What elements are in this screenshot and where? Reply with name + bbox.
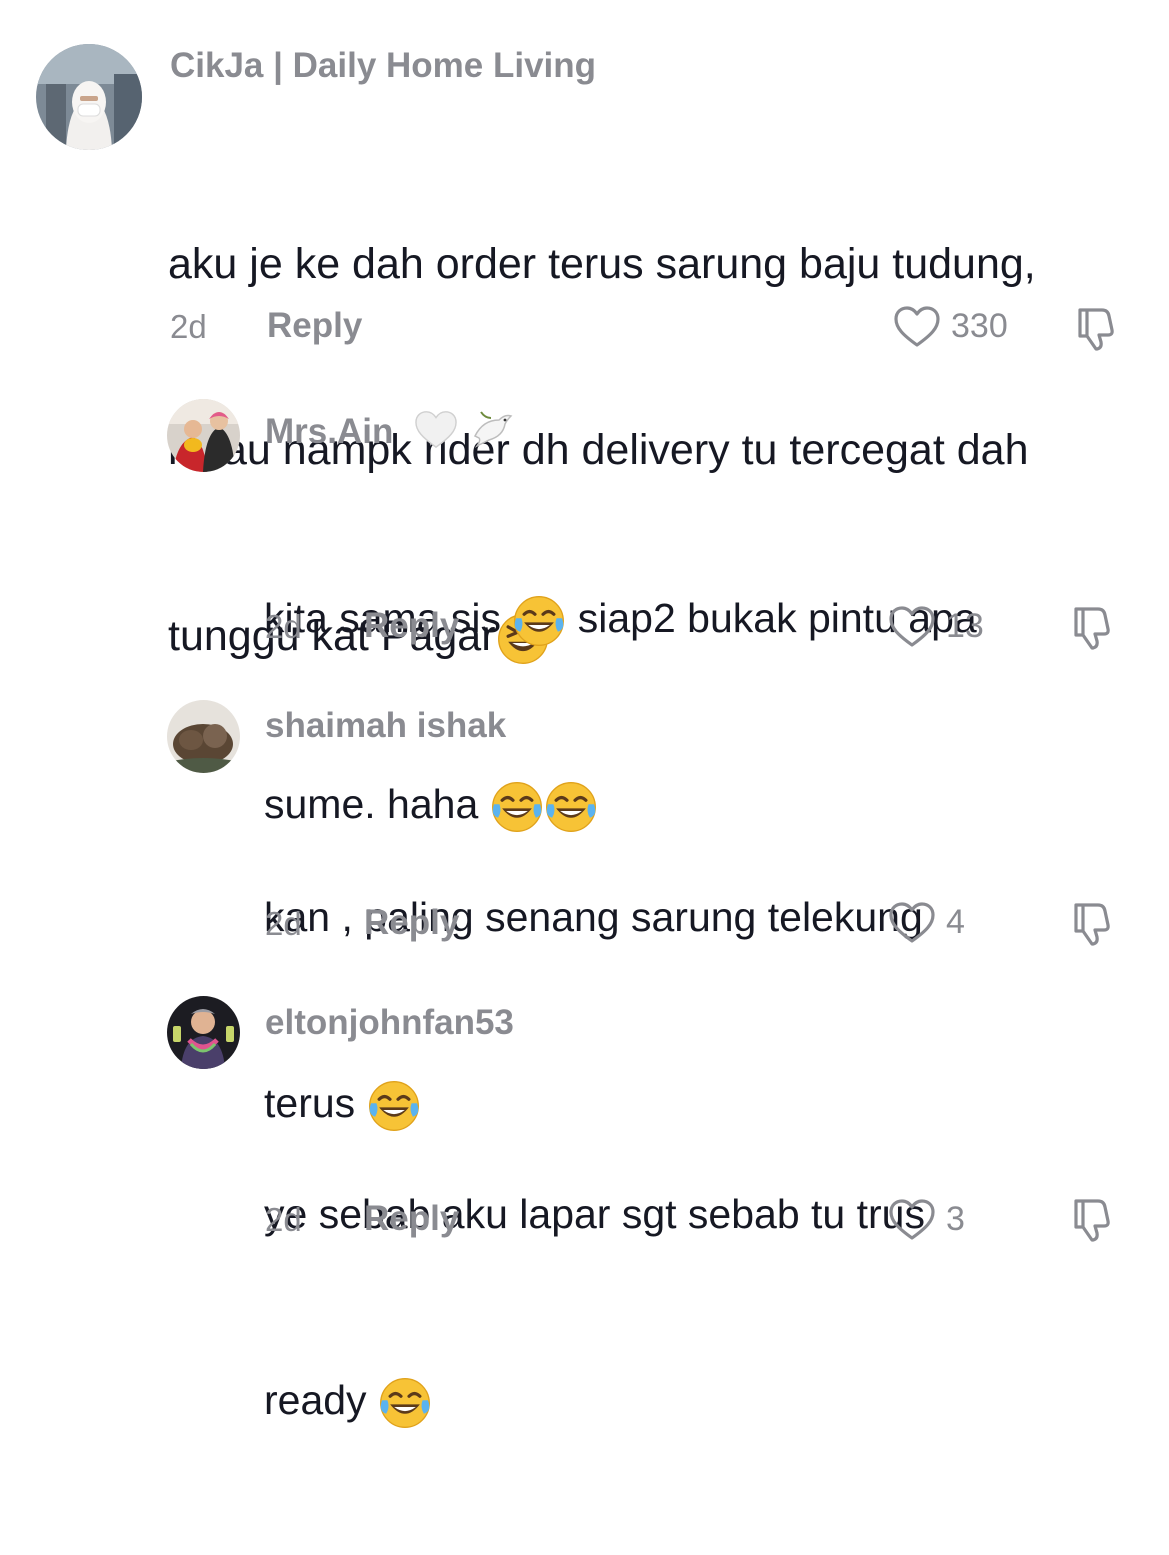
dislike-icon[interactable] xyxy=(1068,603,1116,651)
like-button[interactable]: 330 xyxy=(893,303,1008,349)
comment-4: eltonjohnfan53 ye sebab aku lapar sgt se… xyxy=(0,967,1169,1430)
comment-text-line: kan , paling senang sarung telekung xyxy=(264,894,923,940)
username[interactable]: CikJa | Daily Home Living xyxy=(170,46,596,86)
like-count: 3 xyxy=(946,1199,965,1238)
dislike-icon[interactable] xyxy=(1072,304,1120,352)
avatar[interactable] xyxy=(167,700,240,773)
heart-icon xyxy=(894,306,940,347)
white-heart-icon xyxy=(413,408,459,459)
like-count: 4 xyxy=(946,902,965,941)
comment-time: 2d xyxy=(265,905,302,942)
comment-1: CikJa | Daily Home Living aku je ke dah … xyxy=(0,0,1169,665)
avatar[interactable] xyxy=(36,44,142,150)
tears-of-joy-emoji-icon xyxy=(379,1377,431,1430)
dove-icon xyxy=(469,406,515,461)
comment-text: ye sebab aku lapar sgt sebab tu trus rea… xyxy=(264,1059,925,1555)
heart-icon xyxy=(889,902,935,943)
tears-of-joy-emoji-icon xyxy=(513,595,566,648)
username[interactable]: Mrs.Ain xyxy=(265,406,515,461)
comment-text-line: aku je ke dah order terus sarung baju tu… xyxy=(168,240,1036,288)
reply-button[interactable]: Reply xyxy=(267,306,362,346)
heart-icon xyxy=(889,1199,935,1240)
username[interactable]: eltonjohnfan53 xyxy=(265,1003,514,1043)
reply-button[interactable]: Reply xyxy=(364,1199,459,1239)
heart-icon xyxy=(889,606,935,647)
like-count: 330 xyxy=(951,306,1008,345)
like-button[interactable]: 4 xyxy=(888,899,965,945)
avatar[interactable] xyxy=(167,996,240,1069)
comment-time: 2d xyxy=(265,608,302,645)
like-button[interactable]: 13 xyxy=(888,603,984,649)
username[interactable]: shaimah ishak xyxy=(265,706,506,746)
reply-button[interactable]: Reply xyxy=(364,903,459,943)
comment-time: 2d xyxy=(265,1201,302,1238)
like-count: 13 xyxy=(946,606,984,645)
comment-2: Mrs.Ain kita sama sis siap2 bukak pintu … xyxy=(0,370,1169,834)
like-button[interactable]: 3 xyxy=(888,1196,965,1242)
comment-time: 2d xyxy=(170,308,207,345)
dislike-icon[interactable] xyxy=(1068,1195,1116,1243)
avatar[interactable] xyxy=(167,399,240,472)
dislike-icon[interactable] xyxy=(1068,899,1116,947)
comment-3: shaimah ishak kan , paling senang sarung… xyxy=(0,670,1169,1133)
reply-button[interactable]: Reply xyxy=(364,606,459,646)
comment-text-line: ready xyxy=(264,1369,925,1431)
